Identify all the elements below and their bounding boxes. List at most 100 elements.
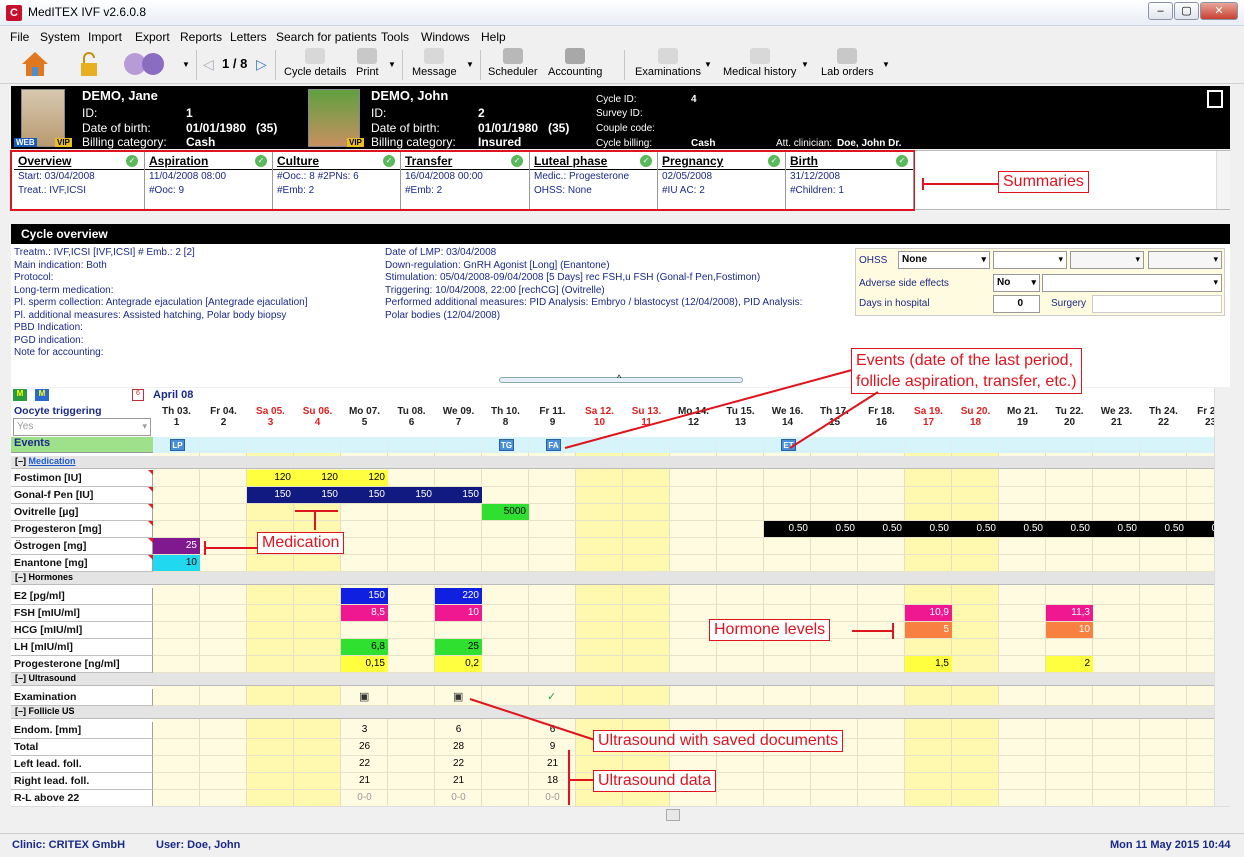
- event-cell[interactable]: [858, 437, 905, 453]
- follicle-value[interactable]: 0-0: [529, 790, 576, 806]
- prev-icon[interactable]: ◁: [203, 56, 214, 73]
- follicle-value[interactable]: 21: [435, 773, 482, 789]
- follicle-value[interactable]: 6: [435, 722, 482, 738]
- enantone-dose[interactable]: 10: [153, 555, 200, 571]
- progesterone-level[interactable]: 1,5: [905, 656, 952, 672]
- e2-level[interactable]: 220: [435, 588, 482, 604]
- grid-horizontal-scrollbar[interactable]: [11, 806, 1230, 822]
- event-cell[interactable]: [341, 437, 388, 453]
- add-medication-icon[interactable]: M: [13, 389, 27, 401]
- calendar-icon[interactable]: 6: [132, 389, 144, 401]
- follicle-value[interactable]: 21: [341, 773, 388, 789]
- event-cell[interactable]: [200, 437, 247, 453]
- menu-system[interactable]: System: [40, 30, 80, 44]
- progesteron-dose[interactable]: 0.50: [1140, 521, 1187, 537]
- menu-file[interactable]: File: [10, 30, 29, 44]
- menu-reports[interactable]: Reports: [180, 30, 222, 44]
- fsh-level[interactable]: 11,3: [1046, 605, 1093, 621]
- window-toggle-icon[interactable]: [1207, 90, 1223, 108]
- checkmark-icon[interactable]: ✓: [547, 690, 556, 703]
- fsh-level[interactable]: 8,5: [341, 605, 388, 621]
- minimize-button[interactable]: –: [1148, 2, 1173, 20]
- adverse-detail-select[interactable]: [1042, 274, 1222, 292]
- lh-level[interactable]: 6,8: [341, 639, 388, 655]
- couple-dropdown-icon[interactable]: ▼: [182, 60, 190, 69]
- gonal-f-dose[interactable]: 150: [388, 487, 435, 503]
- progesteron-dose[interactable]: 0.50: [905, 521, 952, 537]
- couple-icon[interactable]: [120, 50, 170, 81]
- fsh-level[interactable]: 10: [435, 605, 482, 621]
- fsh-level[interactable]: 10,9: [905, 605, 952, 621]
- fostimon-dose[interactable]: 120: [341, 470, 388, 486]
- progesteron-dose[interactable]: 0.50: [858, 521, 905, 537]
- oestrogen-dose[interactable]: 25: [153, 538, 200, 554]
- section-header[interactable]: [–] Follicle US: [11, 706, 1214, 719]
- event-marker-lp[interactable]: LP: [170, 439, 185, 451]
- summary-aspiration[interactable]: Aspiration ✓ 11/04/2008 08:00 #Ooc: 9: [145, 152, 273, 209]
- hcg-level[interactable]: 10: [1046, 622, 1093, 638]
- summary-pregnancy[interactable]: Pregnancy ✓ 02/05/2008 #IU AC: 2: [658, 152, 786, 209]
- menu-letters[interactable]: Letters: [230, 30, 267, 44]
- event-cell[interactable]: [1140, 437, 1187, 453]
- message-dropdown-icon[interactable]: ▼: [466, 60, 474, 69]
- progesterone-level[interactable]: 0,2: [435, 656, 482, 672]
- event-cell[interactable]: [717, 437, 764, 453]
- follicle-value[interactable]: 21: [529, 756, 576, 772]
- accounting-button[interactable]: Accounting: [548, 48, 602, 78]
- gonal-f-dose[interactable]: 150: [435, 487, 482, 503]
- summary-birth[interactable]: Birth ✓ 31/12/2008 #Children: 1: [786, 152, 914, 209]
- examinations-button[interactable]: Examinations: [635, 48, 701, 78]
- camera-icon[interactable]: ▣: [453, 690, 463, 703]
- lh-level[interactable]: 25: [435, 639, 482, 655]
- event-marker-tg[interactable]: TG: [499, 439, 514, 451]
- section-header[interactable]: [–] Medication: [11, 456, 1214, 469]
- print-button[interactable]: Print: [356, 48, 379, 78]
- e2-level[interactable]: 150: [341, 588, 388, 604]
- summary-luteal-phase[interactable]: Luteal phase ✓ Medic.: Progesterone OHSS…: [530, 152, 658, 209]
- hcg-level[interactable]: 5: [905, 622, 952, 638]
- menu-help[interactable]: Help: [481, 30, 506, 44]
- event-cell[interactable]: [811, 437, 858, 453]
- scheduler-button[interactable]: Scheduler: [488, 48, 538, 78]
- event-cell[interactable]: [576, 437, 623, 453]
- event-cell[interactable]: [247, 437, 294, 453]
- days-hospital-stepper[interactable]: 0: [993, 295, 1040, 313]
- follicle-value[interactable]: 6: [529, 722, 576, 738]
- event-cell[interactable]: [1187, 437, 1214, 453]
- event-marker-et[interactable]: ET: [781, 439, 796, 451]
- home-icon[interactable]: [20, 50, 50, 81]
- progesteron-dose[interactable]: 0.50: [952, 521, 999, 537]
- summary-culture[interactable]: Culture ✓ #Ooc.: 8 #2PNs: 6 #Emb: 2: [273, 152, 401, 209]
- fostimon-dose[interactable]: 120: [247, 470, 294, 486]
- scrollbar-thumb[interactable]: [666, 809, 680, 821]
- ohss-select-3[interactable]: [1070, 251, 1144, 269]
- summary-scrollbar[interactable]: [1216, 151, 1230, 209]
- close-button[interactable]: ✕: [1200, 2, 1238, 20]
- surgery-field[interactable]: [1092, 295, 1222, 313]
- progesteron-dose[interactable]: 0.50: [764, 521, 811, 537]
- section-header[interactable]: [–] Hormones: [11, 572, 1214, 585]
- message-button[interactable]: Message: [412, 48, 457, 78]
- event-cell[interactable]: [623, 437, 670, 453]
- menu-import[interactable]: Import: [88, 30, 122, 44]
- event-cell[interactable]: [670, 437, 717, 453]
- summary-transfer[interactable]: Transfer ✓ 16/04/2008 00:00 #Emb: 2: [401, 152, 530, 209]
- menu-export[interactable]: Export: [135, 30, 170, 44]
- cycle-details-button[interactable]: Cycle details: [284, 48, 346, 78]
- follicle-value[interactable]: 9: [529, 739, 576, 755]
- menu-tools[interactable]: Tools: [381, 30, 409, 44]
- chevron-up-icon[interactable]: ^: [617, 373, 621, 383]
- grid-vertical-scrollbar[interactable]: [1214, 388, 1230, 806]
- follicle-value[interactable]: 0-0: [435, 790, 482, 806]
- ovitrelle-dose[interactable]: 5000: [482, 504, 529, 520]
- oocyte-triggering-select[interactable]: Yes: [13, 418, 151, 436]
- event-cell[interactable]: [388, 437, 435, 453]
- gonal-f-dose[interactable]: 150: [294, 487, 341, 503]
- lock-icon[interactable]: [78, 52, 100, 81]
- progesteron-dose[interactable]: 0.50: [999, 521, 1046, 537]
- progesteron-dose[interactable]: 0.50: [1046, 521, 1093, 537]
- adverse-select[interactable]: No: [993, 274, 1040, 292]
- lab-orders-dropdown-icon[interactable]: ▼: [882, 60, 890, 69]
- follicle-value[interactable]: 28: [435, 739, 482, 755]
- medical-history-dropdown-icon[interactable]: ▼: [801, 60, 809, 69]
